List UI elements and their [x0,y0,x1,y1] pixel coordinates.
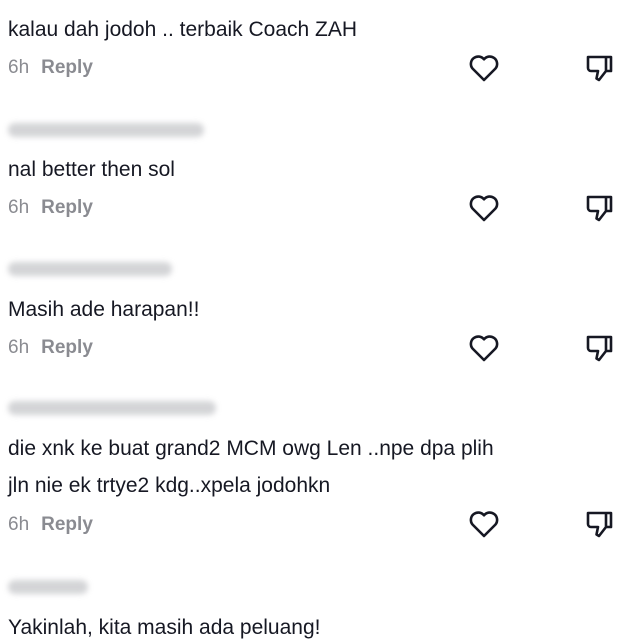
comment-text: Masih ade harapan!! [8,298,200,321]
comment-text: jln nie ek trtye2 kdg..xpela jodohkn [8,474,331,497]
blurred-username[interactable] [8,580,88,594]
reply-button[interactable]: Reply [41,514,93,535]
comment-meta: 6h Reply [8,56,93,80]
comment-meta: 6h Reply [8,196,93,220]
comment-text: Yakinlah, kita masih ada peluang! [8,616,321,639]
thumbs-down-icon[interactable] [582,51,616,85]
heart-outline-icon[interactable] [467,191,501,225]
comment-time: 6h [8,57,30,78]
heart-outline-icon[interactable] [467,507,501,541]
heart-outline-icon[interactable] [467,331,501,365]
blurred-username[interactable] [8,262,172,276]
thumbs-down-icon[interactable] [582,331,616,365]
reply-button[interactable]: Reply [41,57,93,78]
comment-time: 6h [8,197,30,218]
blurred-username[interactable] [8,401,216,415]
comment-text: nal better then sol [8,158,175,181]
comment-time: 6h [8,514,30,535]
reply-button[interactable]: Reply [41,197,93,218]
thumbs-down-icon[interactable] [582,191,616,225]
comment-text: die xnk ke buat grand2 MCM owg Len ..npe… [8,437,494,460]
reply-button[interactable]: Reply [41,337,93,358]
thumbs-down-icon[interactable] [582,507,616,541]
comment-meta: 6h Reply [8,513,93,537]
comment-meta: 6h Reply [8,336,93,360]
blurred-username[interactable] [8,123,204,137]
comment-time: 6h [8,337,30,358]
comment-text: kalau dah jodoh .. terbaik Coach ZAH [8,18,358,41]
heart-outline-icon[interactable] [467,51,501,85]
